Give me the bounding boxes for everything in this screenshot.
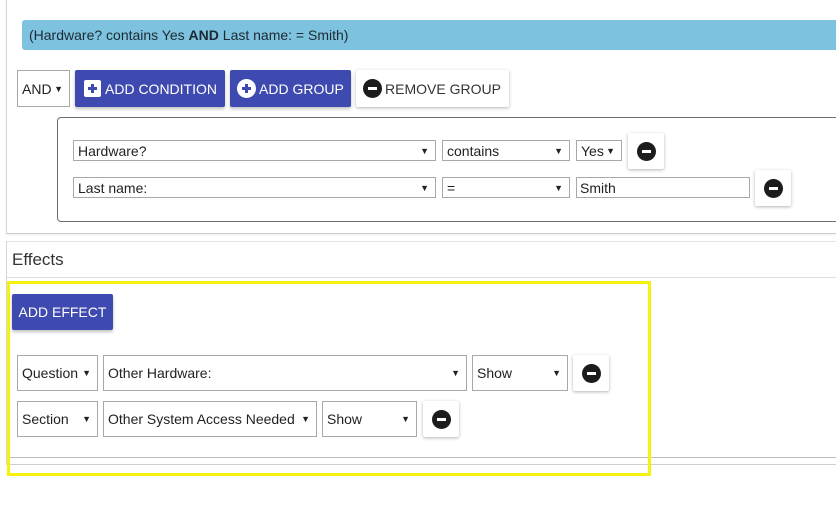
caret-down-icon: ▼ (82, 414, 91, 424)
effects-divider (7, 277, 836, 278)
summary-prefix: (Hardware? contains Yes (29, 27, 189, 43)
logic-operator-select[interactable]: AND ▼ (17, 70, 70, 107)
effect-action-value: Show (327, 411, 363, 427)
condition-operator-value: = (447, 179, 456, 196)
condition-value-input[interactable]: Smith (576, 177, 750, 198)
remove-effect-button[interactable] (573, 355, 609, 391)
logic-operator-value: AND (22, 80, 52, 97)
add-effect-button[interactable]: ADD EFFECT (12, 294, 113, 330)
condition-field-value: Hardware? (78, 142, 147, 159)
caret-down-icon: ▼ (552, 368, 561, 378)
effect-target-select[interactable]: Other System Access Needed ▼ (103, 401, 317, 437)
condition-operator-select[interactable]: = ▼ (442, 177, 570, 198)
caret-down-icon: ▼ (451, 368, 460, 378)
minus-circle-icon (636, 141, 656, 161)
remove-condition-button[interactable] (628, 133, 664, 169)
remove-group-label: REMOVE GROUP (385, 80, 501, 97)
condition-operator-select[interactable]: contains ▼ (442, 140, 570, 161)
add-group-label: ADD GROUP (259, 80, 344, 97)
effect-action-value: Show (477, 365, 513, 381)
condition-value-select[interactable]: Yes ▼ (576, 140, 622, 161)
minus-circle-icon (431, 409, 451, 429)
condition-operator-value: contains (447, 142, 500, 159)
caret-down-icon: ▼ (420, 182, 429, 193)
minus-circle-icon (363, 79, 382, 98)
condition-value: Yes (581, 142, 604, 159)
effect-type-select[interactable]: Question ▼ (17, 355, 98, 391)
minus-circle-icon (581, 363, 601, 383)
effect-target-value: Other System Access Needed (108, 411, 295, 427)
condition-field-value: Last name: (78, 179, 148, 196)
effect-action-select[interactable]: Show ▼ (472, 355, 568, 391)
caret-down-icon: ▼ (554, 182, 563, 193)
condition-value: Smith (580, 179, 616, 196)
effect-type-value: Question (22, 365, 79, 381)
effect-target-select[interactable]: Other Hardware: ▼ (103, 355, 467, 391)
condition-field-select[interactable]: Hardware? ▼ (73, 140, 436, 161)
caret-down-icon: ▼ (401, 414, 410, 424)
remove-condition-button[interactable] (755, 170, 791, 206)
caret-down-icon: ▼ (606, 145, 615, 156)
condition-field-select[interactable]: Last name: ▼ (73, 177, 436, 198)
summary-suffix: Last name: = Smith) (218, 27, 349, 43)
effect-target-value: Other Hardware: (108, 365, 212, 381)
plus-icon (84, 80, 101, 97)
caret-down-icon: ▼ (301, 414, 310, 424)
condition-group (57, 117, 836, 222)
effect-type-value: Section (22, 411, 69, 427)
remove-group-button[interactable]: REMOVE GROUP (356, 70, 509, 107)
plus-circle-icon (237, 79, 256, 98)
add-condition-label: ADD CONDITION (105, 80, 217, 97)
condition-summary: (Hardware? contains Yes AND Last name: =… (22, 20, 836, 50)
caret-down-icon: ▼ (54, 83, 63, 94)
minus-circle-icon (763, 178, 783, 198)
summary-operator: AND (188, 27, 219, 43)
add-group-button[interactable]: ADD GROUP (230, 70, 351, 107)
caret-down-icon: ▼ (82, 368, 91, 378)
effects-title: Effects (12, 250, 64, 269)
add-effect-label: ADD EFFECT (18, 304, 107, 320)
caret-down-icon: ▼ (554, 145, 563, 156)
effect-type-select[interactable]: Section ▼ (17, 401, 98, 437)
add-condition-button[interactable]: ADD CONDITION (75, 70, 225, 107)
effect-action-select[interactable]: Show ▼ (322, 401, 417, 437)
caret-down-icon: ▼ (420, 145, 429, 156)
remove-effect-button[interactable] (423, 401, 459, 437)
